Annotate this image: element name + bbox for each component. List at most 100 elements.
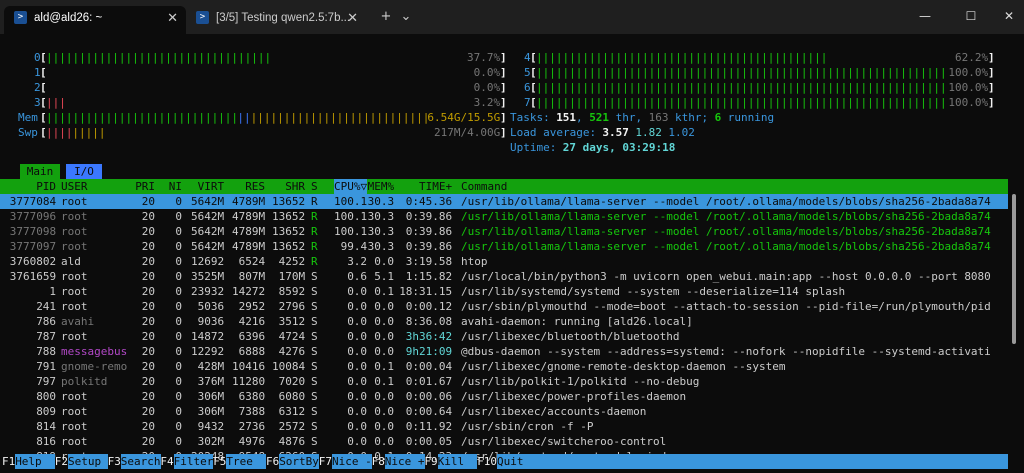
column-header-ni[interactable]: NI (169, 179, 182, 194)
process-ni: 0 (175, 405, 183, 418)
minimize-button[interactable]: — (908, 6, 942, 26)
fkey-f1[interactable]: F1 (2, 454, 15, 469)
fkey-f8[interactable]: F8 (372, 454, 385, 469)
process-virt: 3525M (191, 270, 225, 283)
fkey-f5[interactable]: F5 (213, 454, 226, 469)
terminal-tab[interactable]: > [3/5] Testing qwen2.5:7b... ✕ (186, 6, 366, 34)
scrollbar[interactable] (1012, 194, 1017, 434)
tab-main[interactable]: Main (20, 164, 60, 179)
process-cmd: htop (461, 255, 488, 268)
close-tab-icon[interactable]: ✕ (347, 6, 358, 30)
scrollbar-thumb[interactable] (1012, 194, 1016, 344)
process-row[interactable]: 3777084 root 20 0 5642M 4789M 13652 R 100.1 30.3 0… (0, 194, 1008, 209)
fkey-f8-label[interactable]: Nice + (384, 454, 425, 469)
column-header-mem[interactable]: MEM% (368, 179, 395, 194)
fkey-f6[interactable]: F6 (266, 454, 279, 469)
column-header-virt[interactable]: VIRT (198, 179, 225, 194)
fkey-f2-label[interactable]: Setup (68, 454, 108, 469)
column-header-cpu[interactable]: CPU%▽ (334, 179, 368, 194)
fkey-f6-label[interactable]: SortBy (279, 454, 319, 469)
process-virt: 5036 (197, 300, 225, 313)
process-shr: 10084 (272, 360, 306, 373)
process-pid: 787 (36, 330, 57, 343)
fkey-f2[interactable]: F2 (55, 454, 68, 469)
process-res: 11280 (232, 375, 266, 388)
process-time: 0:11.92 (405, 420, 453, 433)
process-row[interactable]: 816 root 20 0 302M 4976 4876 S 0.0 0.0 0:00.05/usr… (0, 434, 1008, 449)
process-mem: 0.1 (374, 360, 395, 373)
process-row[interactable]: 3777097 root 20 0 5642M 4789M 13652 R 99.4 30.3 0:… (0, 239, 1008, 254)
process-pri: 20 (141, 255, 156, 268)
process-row[interactable]: 1 root 20 0 23932 14272 8592 S 0.0 0.1 18:31.15/us… (0, 284, 1008, 299)
new-tab-button[interactable]: + (376, 8, 396, 26)
process-s: S (311, 405, 318, 418)
tab-io[interactable]: I/O (66, 164, 102, 179)
fkey-f3[interactable]: F3 (108, 454, 121, 469)
swap-meter-label: Swp (18, 126, 38, 139)
close-window-button[interactable]: ✕ (992, 6, 1024, 26)
process-row[interactable]: 791 gnome-remo 20 0 428M 10416 10084 S 0.0 0.1 0:0… (0, 359, 1008, 374)
fkey-f7[interactable]: F7 (319, 454, 332, 469)
process-s: S (311, 345, 318, 358)
process-res: 7388 (238, 405, 266, 418)
process-row[interactable]: 797 polkitd 20 0 376M 11280 7020 S 0.0 0.1 0:01.67… (0, 374, 1008, 389)
process-cmd: /usr/libexec/power-profiles-daemon (461, 390, 687, 403)
process-time: 0:00.06 (405, 390, 453, 403)
process-row[interactable]: 3777098 root 20 0 5642M 4789M 13652 R 100.1 30.3 0… (0, 224, 1008, 239)
column-header-pri[interactable]: PRI (135, 179, 155, 194)
tab-dropdown-button[interactable]: ⌄ (398, 8, 414, 26)
maximize-button[interactable]: ☐ (954, 6, 988, 26)
process-row[interactable]: 3761659 root 20 0 3525M 807M 170M S 0.6 5.1 1:15.8… (0, 269, 1008, 284)
process-row[interactable]: 787 root 20 0 14872 6396 4724 S 0.0 0.0 3h36:42/us… (0, 329, 1008, 344)
terminal-tab-active[interactable]: > ald@ald26: ~ ✕ (4, 6, 186, 34)
fkey-f4[interactable]: F4 (160, 454, 173, 469)
cpu-meter-bar: ||||||||||||||||||||||||||||||||||||||||… (536, 66, 946, 79)
process-row[interactable]: 800 root 20 0 306M 6380 6080 S 0.0 0.0 0:00.06/usr… (0, 389, 1008, 404)
process-row[interactable]: 3777096 root 20 0 5642M 4789M 13652 R 100.1 30.3 0… (0, 209, 1008, 224)
process-mem: 0.1 (374, 285, 395, 298)
column-header-shr[interactable]: SHR (285, 179, 305, 194)
fkey-f9[interactable]: F9 (424, 454, 437, 469)
column-header-time[interactable]: TIME+ (419, 179, 452, 194)
process-cmd: /usr/libexec/switcheroo-control (461, 435, 667, 448)
fkey-f5-label[interactable]: Tree (226, 454, 267, 469)
process-row[interactable]: 809 root 20 0 306M 7388 6312 S 0.0 0.0 0:00.64/usr… (0, 404, 1008, 419)
process-time: 0:00.64 (405, 405, 453, 418)
process-ni: 0 (175, 225, 183, 238)
process-row[interactable]: 241 root 20 0 5036 2952 2796 S 0.0 0.0 0:00.12/usr… (0, 299, 1008, 314)
fkey-f3-label[interactable]: Search (120, 454, 161, 469)
close-tab-icon[interactable]: ✕ (167, 6, 178, 30)
process-cpu: 0.0 (347, 285, 368, 298)
process-s: S (311, 330, 318, 343)
process-mem: 0.0 (374, 405, 395, 418)
process-cpu: 0.0 (347, 390, 368, 403)
fkey-f9-label[interactable]: Kill (437, 454, 478, 469)
fkey-f10[interactable]: F10 (477, 454, 497, 469)
column-header-user[interactable]: USER (61, 179, 88, 194)
terminal-content[interactable]: 0[|||||||||||||||||||||||||||||||||| 37.7… (0, 34, 1024, 473)
process-user: root (61, 270, 88, 283)
process-user: root (61, 420, 88, 433)
process-row[interactable]: 814 root 20 0 9432 2736 2572 S 0.0 0.0 0:11.92/usr… (0, 419, 1008, 434)
column-header-s[interactable]: S (311, 179, 318, 194)
fkey-f7-label[interactable]: Nice - (332, 454, 372, 469)
cpu-meter-bracket: [ (40, 81, 47, 94)
tasks-count: 151 (556, 111, 577, 124)
process-row[interactable]: 786 avahi 20 0 9036 4216 3512 S 0.0 0.0 8:36.08 ava… (0, 314, 1008, 329)
process-ni: 0 (175, 315, 183, 328)
process-user: root (61, 225, 88, 238)
process-pid: 3777097 (9, 240, 57, 253)
fkey-f10-label[interactable]: Quit (497, 454, 1008, 469)
process-virt: 306M (197, 405, 225, 418)
mem-used-bar: ||||||||||||||||||||||||||||| (46, 111, 239, 124)
process-row[interactable]: 788 messagebus 20 0 12292 6888 4276 S 0.0 0.0 9h21… (0, 344, 1008, 359)
process-row[interactable]: 3760802 ald 20 0 12692 6524 4252 R 3.2 0.0 3:19.58… (0, 254, 1008, 269)
process-cpu: 100.1 (334, 195, 368, 208)
process-virt: 23932 (191, 285, 225, 298)
column-header-res[interactable]: RES (245, 179, 265, 194)
column-header-cmd[interactable]: Command (461, 179, 507, 194)
process-ni: 0 (175, 300, 183, 313)
fkey-f1-label[interactable]: Help (15, 454, 55, 469)
fkey-f4-label[interactable]: Filter (173, 454, 214, 469)
column-header-pid[interactable]: PID (36, 179, 56, 194)
